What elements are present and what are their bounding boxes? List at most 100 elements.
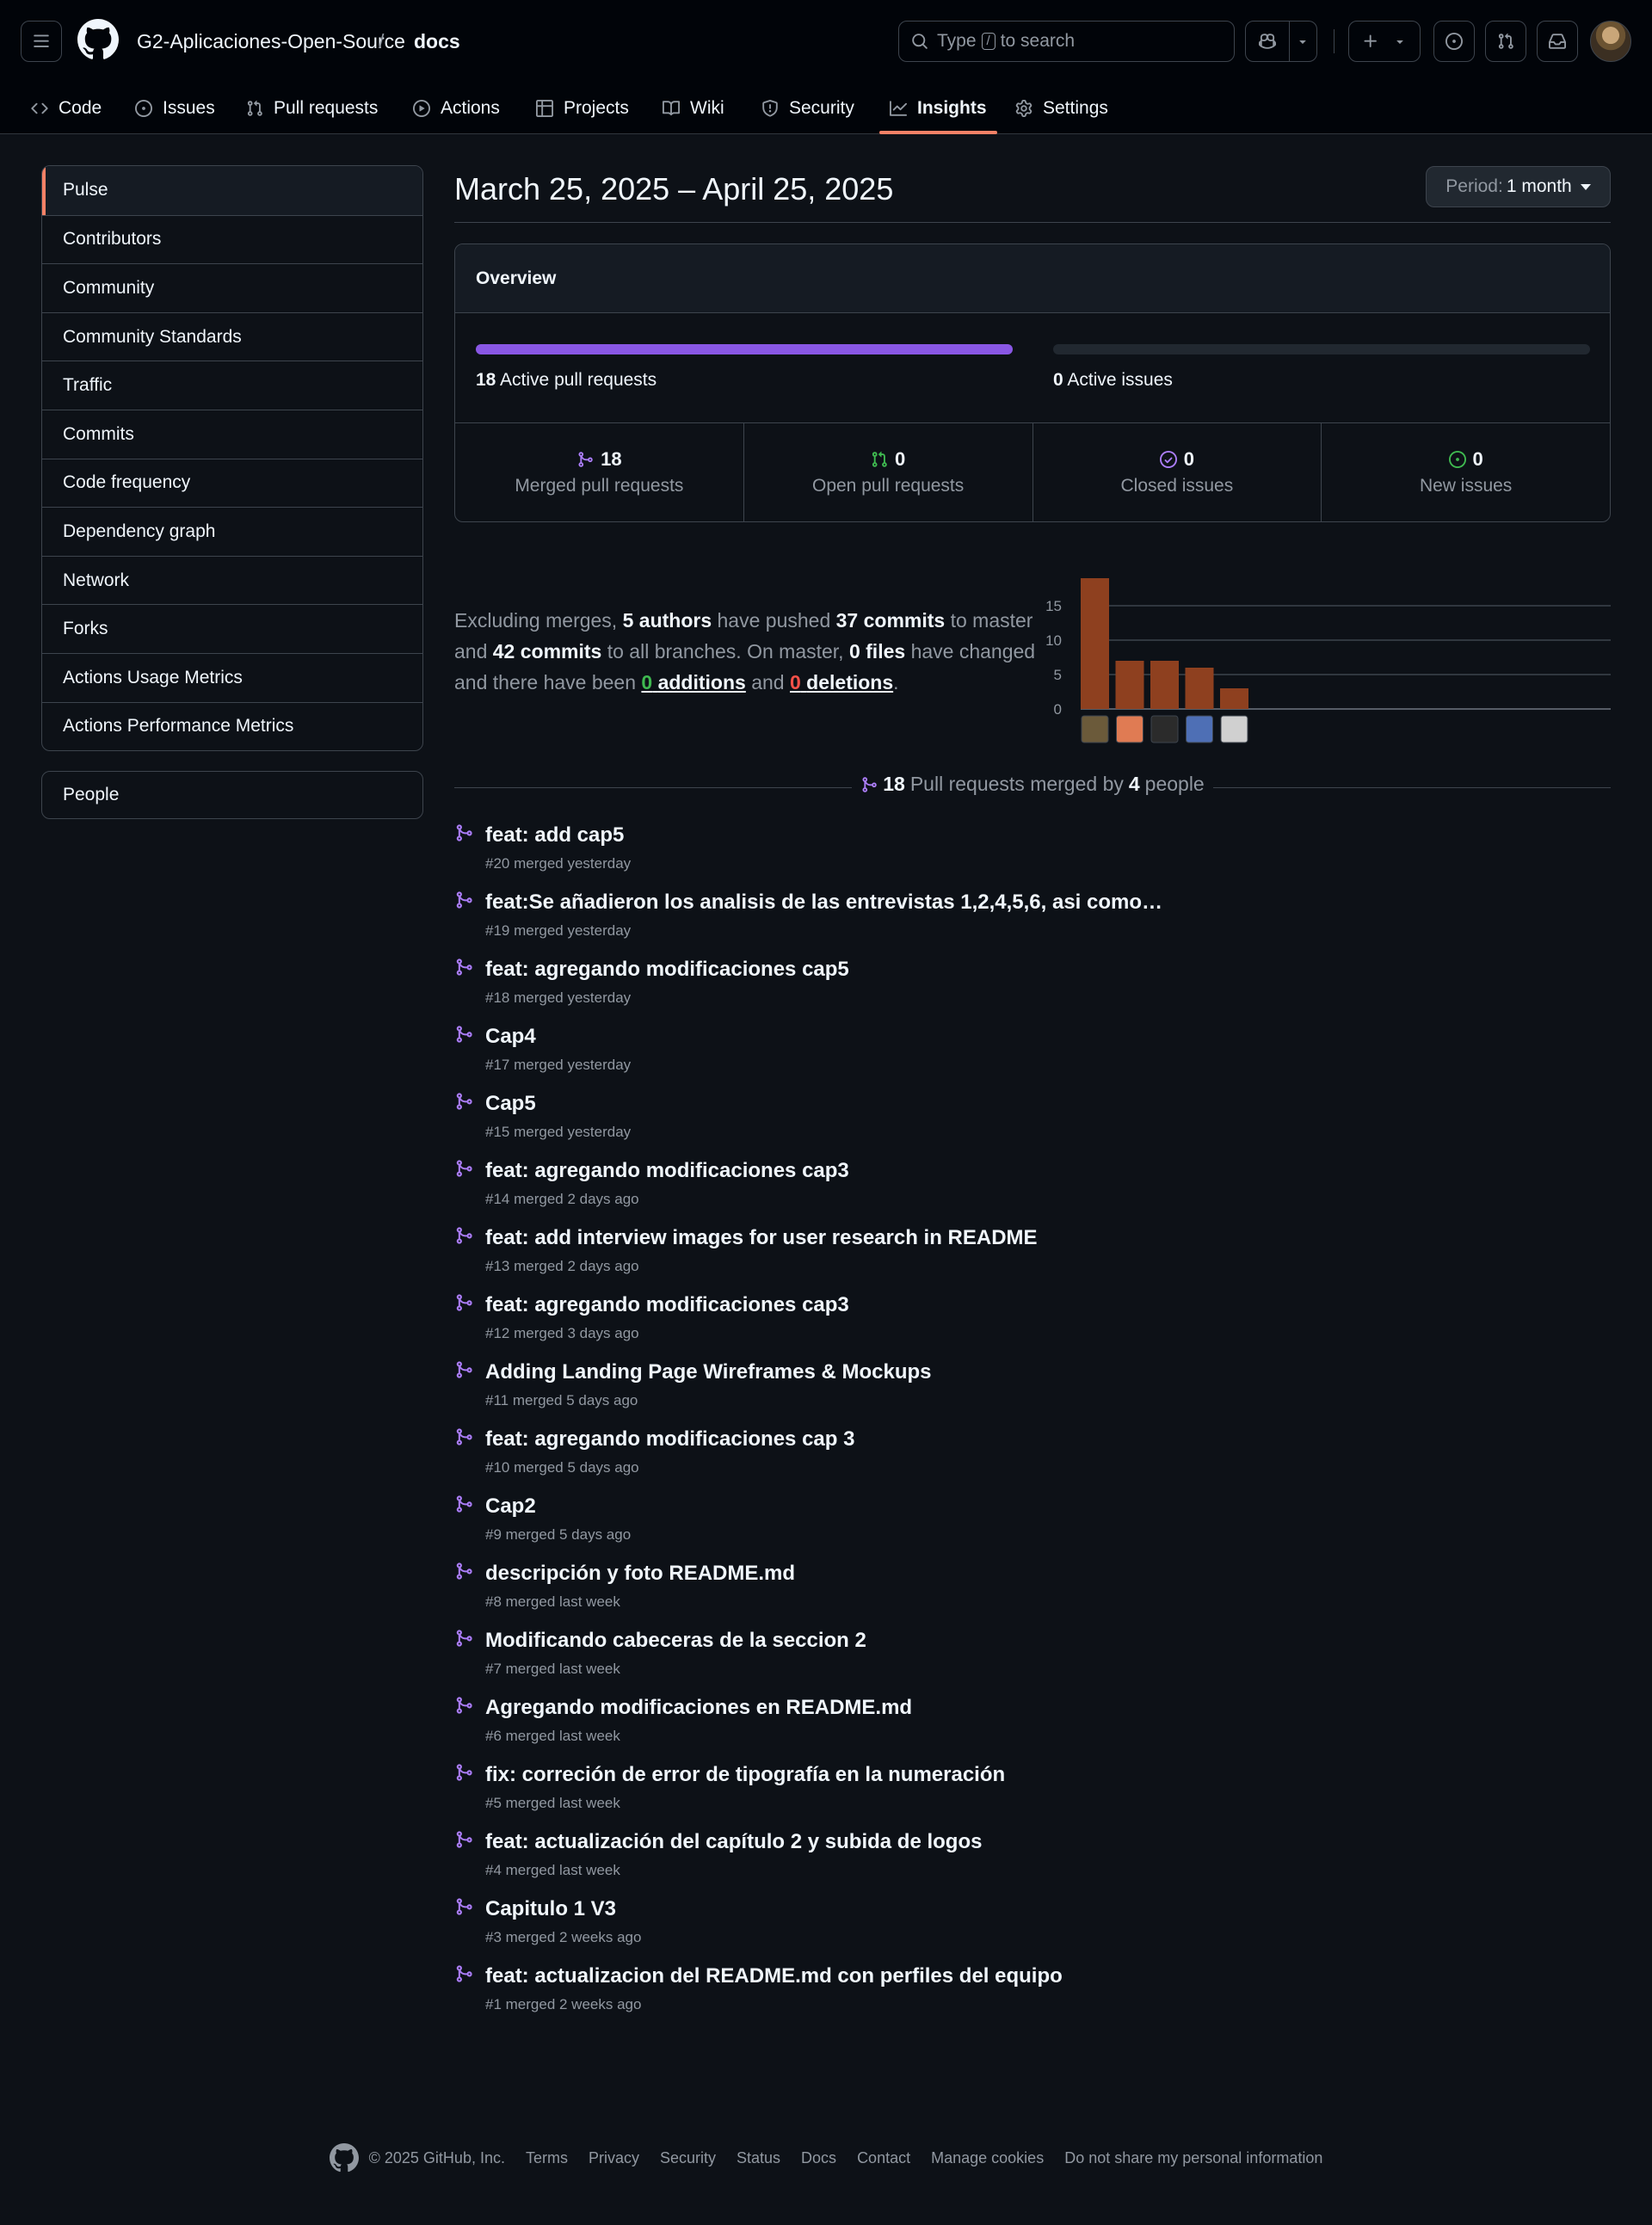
sidebar-item-people[interactable]: People [41,771,423,819]
git-pull-request-icon [247,100,262,116]
menu-button[interactable] [21,21,62,62]
sidebar-item-code-frequency[interactable]: Code frequency [42,458,422,508]
github-mark-icon[interactable] [329,2143,359,2173]
summary-text: . [893,671,899,693]
breadcrumb-repo[interactable]: docs [414,29,460,53]
copilot-icon [1258,34,1276,49]
pr-title-link[interactable]: feat: add cap5 [485,822,624,849]
sidebar-item-community-standards[interactable]: Community Standards [42,311,422,361]
tab-code[interactable]: Code [31,83,102,134]
sidebar-item-traffic[interactable]: Traffic [42,361,422,410]
footer-link-privacy[interactable]: Privacy [589,2149,639,2167]
pr-title-link[interactable]: feat: agregando modificaciones cap5 [485,956,849,983]
stat-label: New issues [1419,476,1513,496]
pr-title-link[interactable]: Modificando cabeceras de la seccion 2 [485,1627,866,1655]
your-pull-requests-button[interactable] [1485,21,1526,62]
pr-title-link[interactable]: feat:Se añadieron los analisis de las en… [485,889,1162,916]
sidebar-item-dependency-graph[interactable]: Dependency graph [42,507,422,556]
github-logo-icon[interactable] [77,19,119,60]
active-issues-summary[interactable]: 0 Active issues [1053,370,1173,391]
list-item: feat: agregando modificaciones cap3 #12 m… [454,1291,1611,1359]
git-merge-icon-wrap [454,1360,473,1384]
sidebar-item-contributors[interactable]: Contributors [42,214,422,264]
create-new-button[interactable] [1348,21,1421,62]
stat-new-issues[interactable]: 0 New issues [1321,423,1610,521]
tab-settings[interactable]: Settings [1015,83,1108,134]
footer-link-contact[interactable]: Contact [857,2149,910,2167]
footer-link-manage-cookies[interactable]: Manage cookies [931,2149,1044,2167]
sidebar-item-community[interactable]: Community [42,263,422,312]
pr-title-link[interactable]: feat: actualizacion del README.md con pe… [485,1963,1063,1990]
author-avatar [1150,715,1179,743]
list-item: feat: add cap5 #20 merged yesterday [454,822,1611,889]
breadcrumb-owner[interactable]: G2-Aplicaciones-Open-Source [137,29,405,53]
footer-link-security[interactable]: Security [660,2149,716,2167]
search-input[interactable]: Type / to search [898,21,1235,62]
user-avatar[interactable] [1590,21,1631,62]
chart-bar [1115,661,1144,709]
stat-closed-issues[interactable]: 0 Closed issues [1032,423,1322,521]
copilot-button[interactable] [1246,22,1290,61]
pr-title-link[interactable]: Cap5 [485,1090,536,1118]
additions-link[interactable]: 0 additions [641,671,745,693]
summary-authors: 5 authors [622,609,712,632]
pr-title-link[interactable]: descripción y foto README.md [485,1560,795,1587]
pr-meta: #11 merged 5 days ago [485,1392,638,1408]
table-icon [536,100,553,117]
stat-merged-prs[interactable]: 18 Merged pull requests [455,423,743,521]
deletions-link[interactable]: 0 deletions [790,671,893,693]
footer-link-status[interactable]: Status [737,2149,780,2167]
sidebar-item-network[interactable]: Network [42,555,422,605]
tab-security[interactable]: Security [761,83,854,134]
chart-bar [1150,661,1179,709]
pr-title-link[interactable]: feat: agregando modificaciones cap3 [485,1291,849,1319]
sidebar-item-actions-usage-metrics[interactable]: Actions Usage Metrics [42,652,422,702]
pr-title-link[interactable]: Agregando modificaciones en README.md [485,1694,912,1722]
active-prs-summary[interactable]: 18 Active pull requests [476,370,656,391]
pr-title-link[interactable]: Adding Landing Page Wireframes & Mockups [485,1359,932,1386]
pr-meta: #3 merged 2 weeks ago [485,1929,642,1945]
global-nav: G2-Aplicaciones-Open-Source / docs Type … [0,0,1652,83]
active-prs-bar[interactable] [476,344,1013,354]
footer-link-docs[interactable]: Docs [801,2149,836,2167]
pr-title-link[interactable]: Capitulo 1 V3 [485,1895,616,1923]
shield-icon [762,100,778,117]
tab-pull-requests[interactable]: Pull requests [246,83,378,134]
period-select[interactable]: Period: 1 month [1426,166,1611,207]
pr-title-link[interactable]: feat: add interview images for user rese… [485,1224,1038,1252]
git-merge-icon-wrap [454,1427,473,1451]
tab-insights[interactable]: Insights [879,83,996,134]
sidebar-item-actions-performance-metrics[interactable]: Actions Performance Metrics [42,701,422,751]
pr-title-link[interactable]: Cap2 [485,1493,536,1520]
active-issues-bar[interactable] [1053,344,1590,354]
pr-title-link[interactable]: feat: actualización del capítulo 2 y sub… [485,1828,982,1856]
sidebar-item-commits[interactable]: Commits [42,409,422,459]
your-issues-button[interactable] [1433,21,1475,62]
list-item: Cap4 #17 merged yesterday [454,1023,1611,1090]
list-item: feat: add interview images for user rese… [454,1224,1611,1291]
sidebar-item-forks[interactable]: Forks [42,604,422,653]
pr-title-link[interactable]: fix: correción de error de tipografía en… [485,1761,1005,1789]
git-merge-icon-wrap [454,891,473,915]
pr-meta: #10 merged 5 days ago [485,1459,639,1476]
sidebar-item-pulse[interactable]: Pulse [42,166,422,215]
pr-meta: #6 merged last week [485,1728,620,1744]
tab-wiki[interactable]: Wiki [663,83,724,134]
pr-title-link[interactable]: Cap4 [485,1023,536,1051]
graph-icon [890,101,907,116]
tab-projects[interactable]: Projects [536,83,629,134]
active-issues-label: Active issues [1067,370,1173,390]
copilot-dropdown-button[interactable] [1290,22,1316,61]
footer-link-terms[interactable]: Terms [526,2149,568,2167]
pr-title-link[interactable]: feat: agregando modificaciones cap 3 [485,1426,854,1453]
active-issues-count: 0 [1053,370,1063,390]
inbox-button[interactable] [1537,21,1578,62]
pr-meta: #1 merged 2 weeks ago [485,1996,642,2012]
tab-actions[interactable]: Actions [413,83,500,134]
git-merge-icon [456,1630,472,1647]
footer-copyright: © 2025 GitHub, Inc. [368,2148,505,2166]
tab-issues[interactable]: Issues [135,83,215,134]
pr-title-link[interactable]: feat: agregando modificaciones cap3 [485,1157,849,1185]
stat-open-prs[interactable]: 0 Open pull requests [743,423,1032,521]
footer-link-do-not-share[interactable]: Do not share my personal information [1064,2149,1322,2167]
